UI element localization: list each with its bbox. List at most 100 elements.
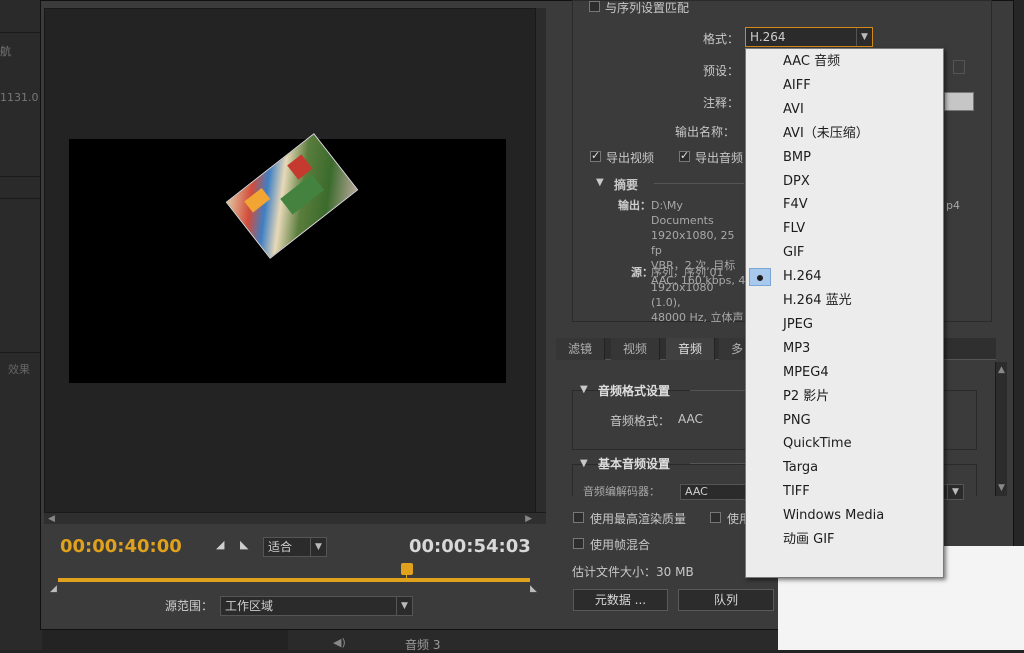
format-option[interactable]: 动画 GIF [746, 529, 943, 551]
format-option[interactable]: AIFF [746, 75, 943, 97]
tab-filters[interactable]: 滤镜 [556, 338, 606, 360]
format-option-label: FLV [783, 221, 806, 237]
scroll-right-icon[interactable]: ▶ [525, 513, 532, 525]
collapse-icon[interactable]: ▼ [596, 177, 604, 188]
format-option[interactable]: H.264 蓝光 [746, 290, 943, 312]
match-sequence-label: 与序列设置匹配 [605, 1, 690, 15]
bg-text: 1131.0 [0, 91, 39, 104]
comment-input[interactable] [944, 92, 974, 111]
estimated-file-size: 估计文件大小：30 MB [572, 565, 694, 579]
match-sequence-checkbox[interactable] [589, 1, 600, 12]
format-option-label: 动画 GIF [783, 532, 835, 547]
queue-button[interactable]: 队列 [678, 589, 774, 611]
format-option[interactable]: P2 影片 [746, 386, 943, 408]
format-option-label: QuickTime [783, 436, 852, 452]
format-option[interactable]: BMP [746, 147, 943, 169]
format-value: H.264 [750, 30, 786, 44]
frame-blend-label: 使用帧混合 [590, 538, 651, 552]
format-option[interactable]: PNG [746, 410, 943, 432]
scroll-down-icon[interactable]: ▼ [998, 482, 1005, 494]
format-option[interactable]: AVI [746, 99, 943, 121]
format-option-label: Windows Media [783, 508, 885, 524]
summary-line: 1920x1080 (1.0), [651, 281, 714, 309]
format-option[interactable]: AVI（未压缩） [746, 123, 943, 145]
source-range-select[interactable]: 工作区域 ▼ [220, 596, 413, 616]
output-ext: p4 [946, 199, 960, 212]
frame-blend-checkbox[interactable] [573, 538, 584, 549]
divider [690, 390, 745, 391]
output-summary-label: 输出： [618, 199, 651, 212]
codec-value: AAC [685, 485, 708, 498]
format-option[interactable]: AAC 音频 [746, 51, 943, 73]
max-render-quality-label: 使用最高渲染质量 [590, 512, 687, 526]
collapse-icon[interactable]: ▼ [580, 384, 588, 395]
export-audio-label: 导出音频 [695, 151, 744, 165]
in-point-icon[interactable]: ◢ [50, 584, 57, 594]
timeline-bar[interactable] [58, 578, 530, 582]
format-option-label: MPEG4 [783, 364, 829, 380]
output-name-label: 输出名称： [675, 125, 736, 139]
bg-text: 航 [0, 45, 11, 58]
summary-line: D:\My Documents [651, 199, 714, 227]
format-option[interactable]: JPEG [746, 314, 943, 336]
format-option-label: PNG [783, 412, 811, 428]
scroll-up-icon[interactable]: ▲ [998, 364, 1005, 376]
format-option-label: AAC 音频 [783, 54, 841, 69]
metadata-button[interactable]: 元数据 ... [573, 589, 668, 611]
codec-label: 音频编解码器： [583, 485, 660, 498]
current-timecode[interactable]: 00:00:40:00 [60, 536, 182, 557]
format-option[interactable]: QuickTime [746, 433, 943, 455]
mark-out-icon[interactable]: ◣ [240, 538, 248, 551]
format-option[interactable]: FLV [746, 218, 943, 240]
export-audio-checkbox[interactable] [679, 149, 690, 162]
format-option[interactable]: TIFF [746, 481, 943, 503]
speaker-icon[interactable]: ◀) [333, 636, 346, 649]
format-option-label: AVI [783, 101, 804, 117]
zoom-fit-select[interactable]: 适合 ▼ [263, 537, 327, 557]
format-option-label: F4V [783, 197, 808, 213]
zoom-fit-value: 适合 [268, 540, 293, 554]
out-point-icon[interactable]: ◣ [530, 584, 537, 594]
preview-horizontal-scrollbar[interactable]: ◀ ▶ [44, 512, 546, 524]
format-option-label: H.264 [783, 269, 822, 285]
tab-audio[interactable]: 音频 [666, 338, 716, 360]
duration-timecode: 00:00:54:03 [409, 536, 531, 557]
format-option-label: JPEG [783, 316, 813, 332]
audio-track-label: 音频 3 [405, 638, 441, 652]
timeline-track-strip [288, 630, 778, 650]
bg-text: 效果 [8, 363, 30, 376]
audio-format-value: AAC [678, 412, 703, 426]
basic-audio-heading: 基本音频设置 [598, 457, 671, 471]
trash-icon[interactable] [953, 60, 965, 74]
comment-label: 注释： [703, 96, 740, 110]
audio-format-heading: 音频格式设置 [598, 384, 671, 398]
format-select[interactable]: H.264 ▼ [745, 27, 873, 47]
divider [654, 183, 744, 184]
preview-vertical-scrollbar[interactable] [535, 8, 546, 512]
format-option[interactable]: Windows Media [746, 505, 943, 527]
format-option[interactable]: Targa [746, 457, 943, 479]
format-dropdown-list: AAC 音频 AIFF AVI AVI（未压缩） BMP DPX F4V FLV GIF H.26… [745, 48, 944, 578]
format-option[interactable]: F4V [746, 194, 943, 216]
use-previews-checkbox[interactable] [710, 512, 721, 523]
settings-vertical-scrollbar[interactable]: ▲ ▼ [995, 362, 1007, 496]
format-option[interactable]: GIF [746, 242, 943, 264]
summary-heading: 摘要 [614, 178, 639, 192]
export-video-checkbox[interactable] [590, 149, 601, 162]
max-render-quality-checkbox[interactable] [573, 512, 584, 523]
format-option[interactable]: DPX [746, 171, 943, 193]
format-option-label: H.264 蓝光 [783, 293, 852, 308]
chevron-down-icon: ▼ [947, 485, 963, 499]
playhead-line [406, 574, 407, 582]
scroll-left-icon[interactable]: ◀ [48, 513, 55, 525]
format-option-label: DPX [783, 173, 810, 189]
mark-in-icon[interactable]: ◢ [216, 538, 224, 551]
tab-video[interactable]: 视频 [611, 338, 661, 360]
format-option[interactable]: MPEG4 [746, 362, 943, 384]
format-option[interactable]: MP3 [746, 338, 943, 360]
format-option[interactable]: H.264 [746, 266, 943, 288]
playhead-handle[interactable] [401, 563, 413, 575]
chevron-down-icon: ▼ [856, 28, 872, 46]
chevron-down-icon: ▼ [396, 597, 412, 615]
collapse-icon[interactable]: ▼ [580, 458, 588, 469]
